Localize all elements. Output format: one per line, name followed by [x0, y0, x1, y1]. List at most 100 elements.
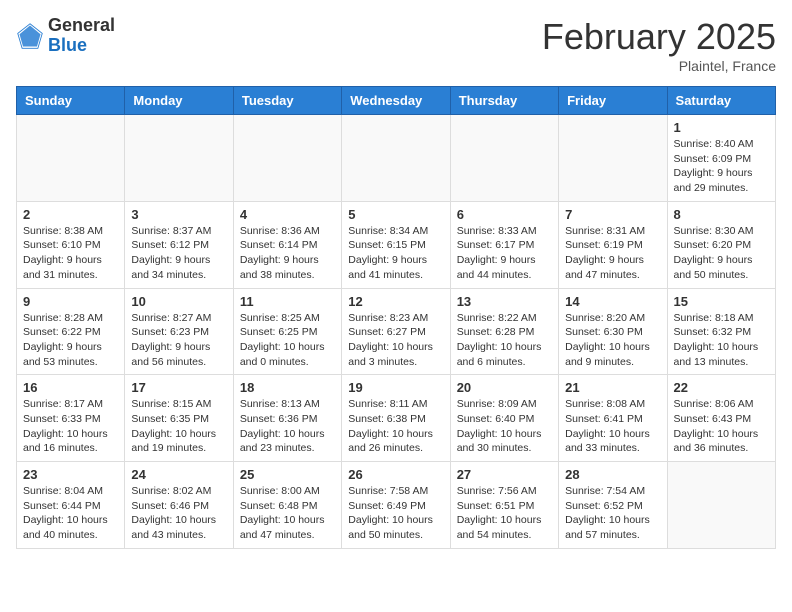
day-number: 22	[674, 380, 769, 395]
day-number: 19	[348, 380, 443, 395]
day-info: Sunrise: 8:20 AM Sunset: 6:30 PM Dayligh…	[565, 311, 660, 370]
day-number: 10	[131, 294, 226, 309]
day-number: 7	[565, 207, 660, 222]
logo-text: General Blue	[48, 16, 115, 56]
day-info: Sunrise: 8:04 AM Sunset: 6:44 PM Dayligh…	[23, 484, 118, 543]
day-info: Sunrise: 8:37 AM Sunset: 6:12 PM Dayligh…	[131, 224, 226, 283]
calendar-cell	[342, 115, 450, 202]
day-info: Sunrise: 8:15 AM Sunset: 6:35 PM Dayligh…	[131, 397, 226, 456]
day-info: Sunrise: 8:34 AM Sunset: 6:15 PM Dayligh…	[348, 224, 443, 283]
calendar-cell	[667, 462, 775, 549]
calendar-cell: 20Sunrise: 8:09 AM Sunset: 6:40 PM Dayli…	[450, 375, 558, 462]
day-info: Sunrise: 8:22 AM Sunset: 6:28 PM Dayligh…	[457, 311, 552, 370]
day-info: Sunrise: 8:31 AM Sunset: 6:19 PM Dayligh…	[565, 224, 660, 283]
day-info: Sunrise: 8:02 AM Sunset: 6:46 PM Dayligh…	[131, 484, 226, 543]
day-info: Sunrise: 8:36 AM Sunset: 6:14 PM Dayligh…	[240, 224, 335, 283]
day-number: 13	[457, 294, 552, 309]
logo: General Blue	[16, 16, 115, 56]
calendar-cell: 4 Sunrise: 8:36 AM Sunset: 6:14 PM Daylig…	[233, 201, 341, 288]
day-info: Sunrise: 8:38 AM Sunset: 6:10 PM Dayligh…	[23, 224, 118, 283]
day-number: 25	[240, 467, 335, 482]
calendar-cell: 23 Sunrise: 8:04 AM Sunset: 6:44 PM Dayli…	[17, 462, 125, 549]
day-number: 12	[348, 294, 443, 309]
day-info: Sunrise: 8:30 AM Sunset: 6:20 PM Dayligh…	[674, 224, 769, 283]
day-info: Sunrise: 8:40 AM Sunset: 6:09 PM Dayligh…	[674, 137, 769, 196]
day-number: 6	[457, 207, 552, 222]
day-info: Sunrise: 8:23 AM Sunset: 6:27 PM Dayligh…	[348, 311, 443, 370]
day-header-saturday: Saturday	[667, 87, 775, 115]
page-header: General Blue February 2025 Plaintel, Fra…	[16, 16, 776, 74]
logo-blue: Blue	[48, 36, 115, 56]
day-info: Sunrise: 8:27 AM Sunset: 6:23 PM Dayligh…	[131, 311, 226, 370]
location: Plaintel, France	[542, 58, 776, 74]
day-header-sunday: Sunday	[17, 87, 125, 115]
day-number: 20	[457, 380, 552, 395]
calendar-cell: 3 Sunrise: 8:37 AM Sunset: 6:12 PM Daylig…	[125, 201, 233, 288]
day-number: 26	[348, 467, 443, 482]
day-info: Sunrise: 8:33 AM Sunset: 6:17 PM Dayligh…	[457, 224, 552, 283]
calendar-cell: 18 Sunrise: 8:13 AM Sunset: 6:36 PM Dayli…	[233, 375, 341, 462]
calendar-cell: 28Sunrise: 7:54 AM Sunset: 6:52 PM Dayli…	[559, 462, 667, 549]
day-header-wednesday: Wednesday	[342, 87, 450, 115]
calendar-cell: 25 Sunrise: 8:00 AM Sunset: 6:48 PM Dayli…	[233, 462, 341, 549]
day-number: 1	[674, 120, 769, 135]
day-number: 3	[131, 207, 226, 222]
day-header-monday: Monday	[125, 87, 233, 115]
day-number: 18	[240, 380, 335, 395]
day-number: 17	[131, 380, 226, 395]
day-info: Sunrise: 8:13 AM Sunset: 6:36 PM Dayligh…	[240, 397, 335, 456]
calendar-cell: 21 Sunrise: 8:08 AM Sunset: 6:41 PM Dayli…	[559, 375, 667, 462]
week-row-3: 9 Sunrise: 8:28 AM Sunset: 6:22 PM Daylig…	[17, 288, 776, 375]
day-info: Sunrise: 7:58 AM Sunset: 6:49 PM Dayligh…	[348, 484, 443, 543]
calendar-cell: 13 Sunrise: 8:22 AM Sunset: 6:28 PM Dayli…	[450, 288, 558, 375]
calendar-cell: 5 Sunrise: 8:34 AM Sunset: 6:15 PM Daylig…	[342, 201, 450, 288]
day-number: 24	[131, 467, 226, 482]
calendar-cell: 8 Sunrise: 8:30 AM Sunset: 6:20 PM Daylig…	[667, 201, 775, 288]
calendar-cell: 14 Sunrise: 8:20 AM Sunset: 6:30 PM Dayli…	[559, 288, 667, 375]
day-info: Sunrise: 7:54 AM Sunset: 6:52 PM Dayligh…	[565, 484, 660, 543]
day-number: 4	[240, 207, 335, 222]
week-row-2: 2 Sunrise: 8:38 AM Sunset: 6:10 PM Daylig…	[17, 201, 776, 288]
calendar-header-row: SundayMondayTuesdayWednesdayThursdayFrid…	[17, 87, 776, 115]
day-number: 16	[23, 380, 118, 395]
calendar-cell: 7 Sunrise: 8:31 AM Sunset: 6:19 PM Daylig…	[559, 201, 667, 288]
calendar-cell: 10 Sunrise: 8:27 AM Sunset: 6:23 PM Dayli…	[125, 288, 233, 375]
day-info: Sunrise: 8:28 AM Sunset: 6:22 PM Dayligh…	[23, 311, 118, 370]
day-number: 5	[348, 207, 443, 222]
day-number: 21	[565, 380, 660, 395]
logo-general: General	[48, 16, 115, 36]
calendar-cell	[17, 115, 125, 202]
calendar-cell: 19 Sunrise: 8:11 AM Sunset: 6:38 PM Dayli…	[342, 375, 450, 462]
calendar-cell: 6 Sunrise: 8:33 AM Sunset: 6:17 PM Daylig…	[450, 201, 558, 288]
calendar-cell: 22 Sunrise: 8:06 AM Sunset: 6:43 PM Dayli…	[667, 375, 775, 462]
day-info: Sunrise: 8:06 AM Sunset: 6:43 PM Dayligh…	[674, 397, 769, 456]
week-row-5: 23 Sunrise: 8:04 AM Sunset: 6:44 PM Dayli…	[17, 462, 776, 549]
day-info: Sunrise: 8:08 AM Sunset: 6:41 PM Dayligh…	[565, 397, 660, 456]
day-number: 9	[23, 294, 118, 309]
day-info: Sunrise: 8:17 AM Sunset: 6:33 PM Dayligh…	[23, 397, 118, 456]
day-number: 8	[674, 207, 769, 222]
title-block: February 2025 Plaintel, France	[542, 16, 776, 74]
calendar-cell: 15Sunrise: 8:18 AM Sunset: 6:32 PM Dayli…	[667, 288, 775, 375]
day-number: 15	[674, 294, 769, 309]
calendar-cell	[450, 115, 558, 202]
calendar-cell: 2 Sunrise: 8:38 AM Sunset: 6:10 PM Daylig…	[17, 201, 125, 288]
calendar-cell	[125, 115, 233, 202]
day-header-thursday: Thursday	[450, 87, 558, 115]
calendar-cell: 9 Sunrise: 8:28 AM Sunset: 6:22 PM Daylig…	[17, 288, 125, 375]
calendar-cell: 26 Sunrise: 7:58 AM Sunset: 6:49 PM Dayli…	[342, 462, 450, 549]
day-number: 23	[23, 467, 118, 482]
day-number: 27	[457, 467, 552, 482]
day-info: Sunrise: 8:11 AM Sunset: 6:38 PM Dayligh…	[348, 397, 443, 456]
calendar-cell: 17 Sunrise: 8:15 AM Sunset: 6:35 PM Dayli…	[125, 375, 233, 462]
calendar-cell	[233, 115, 341, 202]
day-number: 2	[23, 207, 118, 222]
calendar-cell: 16 Sunrise: 8:17 AM Sunset: 6:33 PM Dayli…	[17, 375, 125, 462]
logo-icon	[16, 22, 44, 50]
day-number: 14	[565, 294, 660, 309]
calendar-cell: 11Sunrise: 8:25 AM Sunset: 6:25 PM Dayli…	[233, 288, 341, 375]
calendar-cell: 12 Sunrise: 8:23 AM Sunset: 6:27 PM Dayli…	[342, 288, 450, 375]
day-info: Sunrise: 7:56 AM Sunset: 6:51 PM Dayligh…	[457, 484, 552, 543]
day-info: Sunrise: 8:25 AM Sunset: 6:25 PM Dayligh…	[240, 311, 335, 370]
day-info: Sunrise: 8:00 AM Sunset: 6:48 PM Dayligh…	[240, 484, 335, 543]
